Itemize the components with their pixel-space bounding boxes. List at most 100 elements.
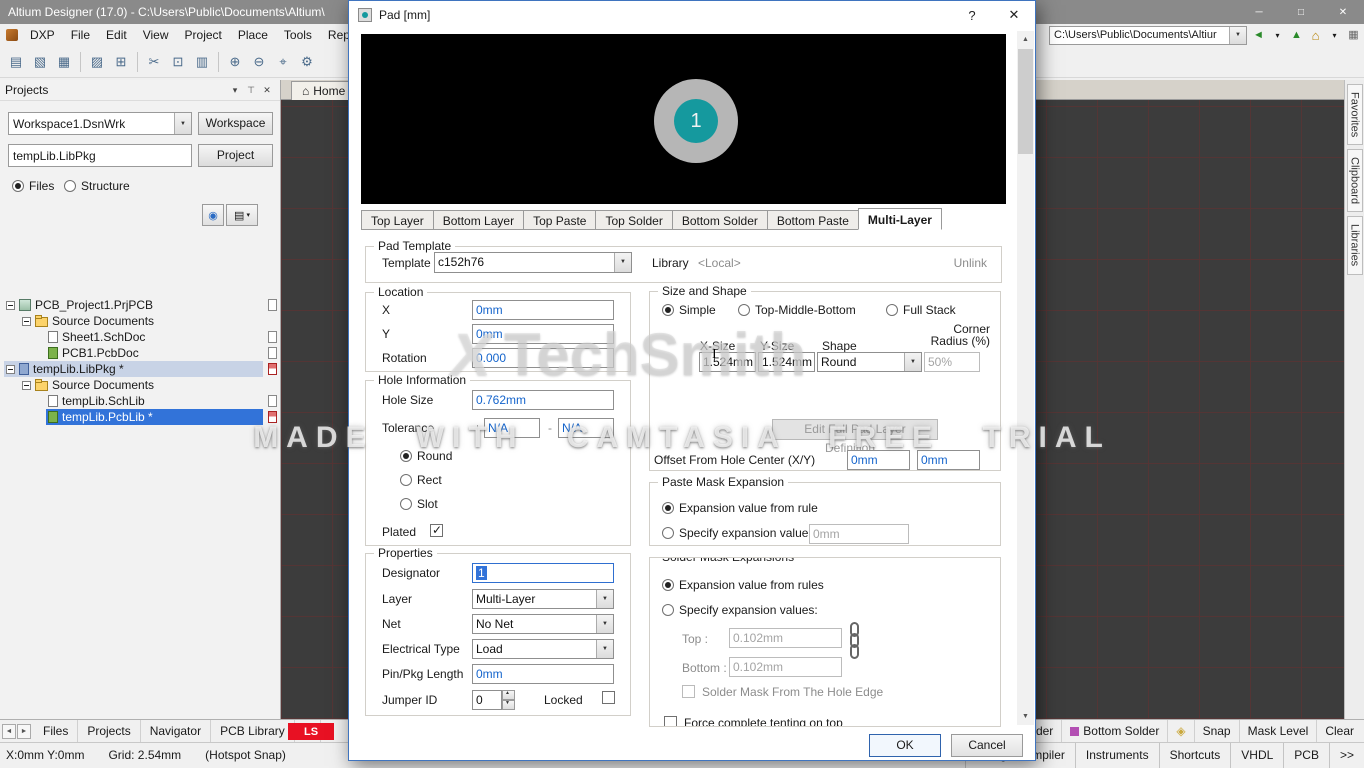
project-button[interactable]: Project bbox=[198, 144, 273, 167]
ok-button[interactable]: OK bbox=[869, 734, 941, 757]
chevron-down-icon[interactable] bbox=[596, 615, 613, 633]
pin-pkg-length-field[interactable]: 0mm bbox=[472, 664, 614, 684]
mask-level-button[interactable]: Mask Level bbox=[1239, 720, 1317, 742]
hole-size-field[interactable]: 0.762mm bbox=[472, 390, 614, 410]
solder-specify-radio[interactable]: Specify expansion values: bbox=[662, 603, 818, 617]
menu-file[interactable]: File bbox=[63, 24, 98, 46]
print-icon[interactable]: ▨ bbox=[86, 51, 108, 73]
tree-collapse-icon[interactable] bbox=[6, 301, 15, 310]
panel-close-icon[interactable]: ✕ bbox=[259, 85, 275, 96]
shortcuts-button[interactable]: Shortcuts bbox=[1159, 743, 1231, 768]
paste-icon[interactable]: ▥ bbox=[191, 51, 213, 73]
solder-rule-radio[interactable]: Expansion value from rules bbox=[662, 578, 824, 592]
maximize-button[interactable]: □ bbox=[1280, 0, 1322, 24]
structure-radio[interactable]: Structure bbox=[64, 179, 130, 193]
jumper-id-field[interactable]: 0 bbox=[472, 690, 502, 710]
tab-libraries[interactable]: Libraries bbox=[1347, 216, 1363, 274]
scroll-down-icon[interactable] bbox=[1017, 708, 1034, 725]
tab-bottom-layer[interactable]: Bottom Layer bbox=[433, 210, 524, 230]
tab-top-solder[interactable]: Top Solder bbox=[595, 210, 672, 230]
y-size-field[interactable]: 1.524mm bbox=[758, 352, 815, 372]
vhdl-button[interactable]: VHDL bbox=[1230, 743, 1283, 768]
tab-favorites[interactable]: Favorites bbox=[1347, 84, 1363, 145]
tree-collapse-icon[interactable] bbox=[22, 317, 31, 326]
scroll-left-icon[interactable]: ◄ bbox=[2, 724, 16, 739]
link-values-icon[interactable] bbox=[850, 622, 859, 659]
close-button[interactable]: ✕ bbox=[1322, 0, 1364, 24]
jumper-id-stepper[interactable] bbox=[502, 690, 515, 710]
tab-home[interactable]: ⌂ Home bbox=[291, 81, 356, 100]
print-preview-icon[interactable]: ⊞ bbox=[110, 51, 132, 73]
workspace-button[interactable]: Workspace bbox=[198, 112, 273, 135]
net-combo[interactable]: No Net bbox=[472, 614, 614, 634]
layer-combo[interactable]: Multi-Layer bbox=[472, 589, 614, 609]
electrical-type-combo[interactable]: Load bbox=[472, 639, 614, 659]
locked-checkbox[interactable] bbox=[602, 691, 615, 704]
layer-sets-badge[interactable]: LS bbox=[288, 723, 334, 740]
shape-combo[interactable]: Round bbox=[817, 352, 922, 372]
menu-project[interactable]: Project bbox=[177, 24, 230, 46]
menu-view[interactable]: View bbox=[135, 24, 177, 46]
solder-hole-edge-checkbox[interactable] bbox=[682, 685, 695, 698]
x-size-field[interactable]: 1.524mm bbox=[699, 352, 756, 372]
copy-icon[interactable]: ⊡ bbox=[167, 51, 189, 73]
cancel-button[interactable]: Cancel bbox=[951, 734, 1023, 757]
save-icon[interactable]: ▦ bbox=[53, 51, 75, 73]
menu-tools[interactable]: Tools bbox=[276, 24, 320, 46]
pin-icon[interactable]: ⊤ bbox=[243, 85, 259, 96]
tab-top-paste[interactable]: Top Paste bbox=[523, 210, 596, 230]
minimize-button[interactable]: ─ bbox=[1238, 0, 1280, 24]
menu-place[interactable]: Place bbox=[230, 24, 276, 46]
scrollbar-thumb[interactable] bbox=[1018, 49, 1033, 154]
panels-icon[interactable]: ▦ bbox=[1346, 26, 1361, 45]
template-combo[interactable]: c152h76 bbox=[434, 252, 632, 273]
tree-row[interactable]: Sheet1.SchDoc bbox=[0, 329, 281, 345]
tab-projects[interactable]: Projects bbox=[78, 720, 140, 742]
dialog-close-button[interactable]: ✕ bbox=[993, 1, 1035, 29]
top-middle-bottom-radio[interactable]: Top-Middle-Bottom bbox=[738, 303, 856, 317]
dialog-scrollbar[interactable] bbox=[1017, 31, 1034, 725]
tab-clipboard[interactable]: Clipboard bbox=[1347, 149, 1363, 212]
scroll-up-icon[interactable] bbox=[1017, 31, 1034, 48]
paste-specify-radio[interactable]: Specify expansion value bbox=[662, 526, 808, 540]
zoom-in-icon[interactable]: ⊕ bbox=[224, 51, 246, 73]
cut-icon[interactable]: ✂ bbox=[143, 51, 165, 73]
chevron-down-icon[interactable] bbox=[596, 640, 613, 658]
tree-row[interactable]: PCB_Project1.PrjPCB bbox=[0, 297, 281, 313]
tab-files[interactable]: Files bbox=[34, 720, 78, 742]
hole-rect-radio[interactable]: Rect bbox=[400, 473, 442, 487]
menu-edit[interactable]: Edit bbox=[98, 24, 135, 46]
tab-pcb-library[interactable]: PCB Library bbox=[211, 720, 295, 742]
designator-field[interactable]: 1 bbox=[472, 563, 614, 583]
snap-button[interactable]: Snap bbox=[1194, 720, 1239, 742]
workspace-combo[interactable]: Workspace1.DsnWrk bbox=[8, 112, 192, 135]
home-chevron-icon[interactable]: ▾ bbox=[1327, 26, 1342, 45]
chevron-down-icon[interactable] bbox=[904, 353, 921, 371]
plated-checkbox[interactable] bbox=[430, 524, 443, 537]
zoom-fit-icon[interactable]: ⌖ bbox=[272, 51, 294, 73]
paste-expansion-field[interactable]: 0mm bbox=[809, 524, 909, 544]
menu-dxp[interactable]: DXP bbox=[22, 24, 63, 46]
hole-round-radio[interactable]: Round bbox=[400, 449, 452, 463]
rotation-field[interactable]: 0.000 bbox=[472, 348, 614, 368]
back-icon[interactable]: ◄ bbox=[1251, 26, 1266, 45]
chevron-down-icon[interactable] bbox=[174, 113, 191, 134]
tab-top-layer[interactable]: Top Layer bbox=[361, 210, 434, 230]
stepper-up-icon[interactable] bbox=[502, 690, 515, 700]
y-field[interactable]: 0mm bbox=[472, 324, 614, 344]
up-icon[interactable]: ▲ bbox=[1289, 26, 1304, 45]
unlink-button[interactable]: Unlink bbox=[954, 256, 987, 270]
hole-slot-radio[interactable]: Slot bbox=[400, 497, 438, 511]
tree-row[interactable]: tempLib.SchLib bbox=[0, 393, 281, 409]
files-radio[interactable]: Files bbox=[12, 179, 54, 193]
project-field[interactable]: tempLib.LibPkg bbox=[8, 144, 192, 167]
solder-top-field[interactable]: 0.102mm bbox=[729, 628, 842, 648]
clear-button[interactable]: Clear bbox=[1316, 720, 1362, 742]
scroll-right-icon[interactable]: ► bbox=[17, 724, 31, 739]
zoom-out-icon[interactable]: ⊖ bbox=[248, 51, 270, 73]
home-icon[interactable]: ⌂ bbox=[1308, 26, 1323, 45]
tree-collapse-icon[interactable] bbox=[6, 365, 15, 374]
pcb-button[interactable]: PCB bbox=[1283, 743, 1329, 768]
settings-icon[interactable]: ⚙ bbox=[296, 51, 318, 73]
overflow-chevrons[interactable]: >> bbox=[1329, 743, 1364, 768]
